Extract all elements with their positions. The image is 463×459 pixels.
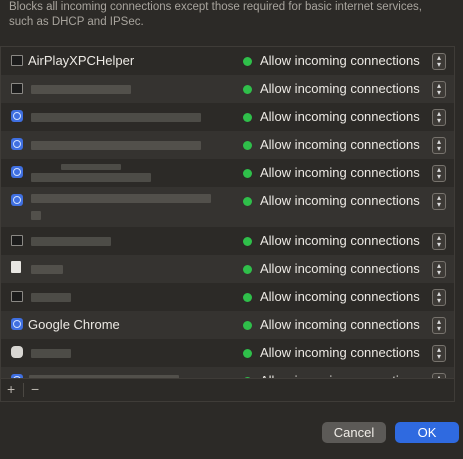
status-label: Allow incoming connections xyxy=(260,233,420,248)
terminal-icon xyxy=(11,55,23,66)
list-item[interactable]: AirPlayXPCHelper Allow incoming connecti… xyxy=(1,47,454,75)
list-item[interactable]: Allow incoming connections ▴▾ xyxy=(1,103,454,131)
list-item[interactable]: Allow incoming connections ▴▾ xyxy=(1,227,454,255)
redacted-name xyxy=(61,164,121,170)
status-stepper[interactable]: ▴▾ xyxy=(432,233,446,250)
redacted-name xyxy=(31,141,201,150)
status-stepper[interactable]: ▴▾ xyxy=(432,137,446,154)
status-label: Allow incoming connections xyxy=(260,53,420,68)
status-stepper[interactable]: ▴▾ xyxy=(432,345,446,362)
redacted-name xyxy=(31,211,41,220)
add-button[interactable]: + xyxy=(7,381,15,397)
divider xyxy=(23,383,24,397)
list-item[interactable]: Allow incoming connections ▴▾ xyxy=(1,339,454,367)
list-item[interactable]: Allow incoming connections ▴▾ xyxy=(1,75,454,103)
status-label: Allow incoming connections xyxy=(260,165,420,180)
list-item[interactable]: Google Chrome Allow incoming connections… xyxy=(1,311,454,339)
redacted-name xyxy=(31,237,111,246)
status-label: Allow incoming connections xyxy=(260,109,420,124)
status-dot-icon xyxy=(243,85,252,94)
globe-app-icon xyxy=(11,194,23,206)
remove-button[interactable]: − xyxy=(31,381,39,397)
status-stepper[interactable]: ▴▾ xyxy=(432,109,446,126)
status-stepper[interactable]: ▴▾ xyxy=(432,261,446,278)
terminal-icon xyxy=(11,83,23,94)
cancel-button[interactable]: Cancel xyxy=(322,422,386,443)
app-name: AirPlayXPCHelper xyxy=(28,53,135,68)
list-item[interactable]: Allow incoming connections ▴▾ xyxy=(1,283,454,311)
list-item[interactable]: Allow incoming connections ▴▾ xyxy=(1,131,454,159)
status-stepper[interactable]: ▴▾ xyxy=(432,53,446,70)
terminal-icon xyxy=(11,291,23,302)
globe-app-icon xyxy=(11,166,23,178)
status-dot-icon xyxy=(243,265,252,274)
status-dot-icon xyxy=(243,113,252,122)
redacted-name xyxy=(31,113,201,122)
generic-app-icon xyxy=(11,346,23,358)
status-label: Allow incoming connections xyxy=(260,261,420,276)
globe-app-icon xyxy=(11,318,23,330)
status-dot-icon xyxy=(243,293,252,302)
status-stepper[interactable]: ▴▾ xyxy=(432,289,446,306)
status-dot-icon xyxy=(243,141,252,150)
firewall-description: Blocks all incoming connections except t… xyxy=(9,1,422,28)
app-name: Google Chrome xyxy=(28,317,120,332)
globe-app-icon xyxy=(11,138,23,150)
status-label: Allow incoming connections xyxy=(260,137,420,152)
status-dot-icon xyxy=(243,169,252,178)
list-item[interactable]: Allow incoming connections ▴▾ xyxy=(1,159,454,187)
terminal-icon xyxy=(11,235,23,246)
status-label: Allow incoming connections xyxy=(260,345,420,360)
status-dot-icon xyxy=(243,321,252,330)
list-item[interactable]: Allow incoming connections ▴▾ xyxy=(1,255,454,283)
status-label: Allow incoming connections xyxy=(260,317,420,332)
status-stepper[interactable]: ▴▾ xyxy=(432,193,446,210)
redacted-name xyxy=(31,173,151,182)
redacted-name xyxy=(31,85,131,94)
redacted-name xyxy=(31,349,71,358)
list-footer: + − xyxy=(0,378,455,402)
redacted-name xyxy=(31,293,71,302)
status-dot-icon xyxy=(243,197,252,206)
status-dot-icon xyxy=(243,349,252,358)
status-stepper[interactable]: ▴▾ xyxy=(432,165,446,182)
status-stepper[interactable]: ▴▾ xyxy=(432,317,446,334)
redacted-name xyxy=(31,194,211,203)
ok-button[interactable]: OK xyxy=(395,422,459,443)
list-item[interactable]: Allow incoming connections ▴▾ xyxy=(1,187,454,227)
status-label: Allow incoming connections xyxy=(260,81,420,96)
status-label: Allow incoming connections xyxy=(260,289,420,304)
status-stepper[interactable]: ▴▾ xyxy=(432,81,446,98)
globe-app-icon xyxy=(11,110,23,122)
app-list: AirPlayXPCHelper Allow incoming connecti… xyxy=(0,46,455,379)
status-label: Allow incoming connections xyxy=(260,193,420,208)
redacted-name xyxy=(31,265,63,274)
status-dot-icon xyxy=(243,57,252,66)
status-dot-icon xyxy=(243,237,252,246)
document-icon xyxy=(11,261,21,273)
